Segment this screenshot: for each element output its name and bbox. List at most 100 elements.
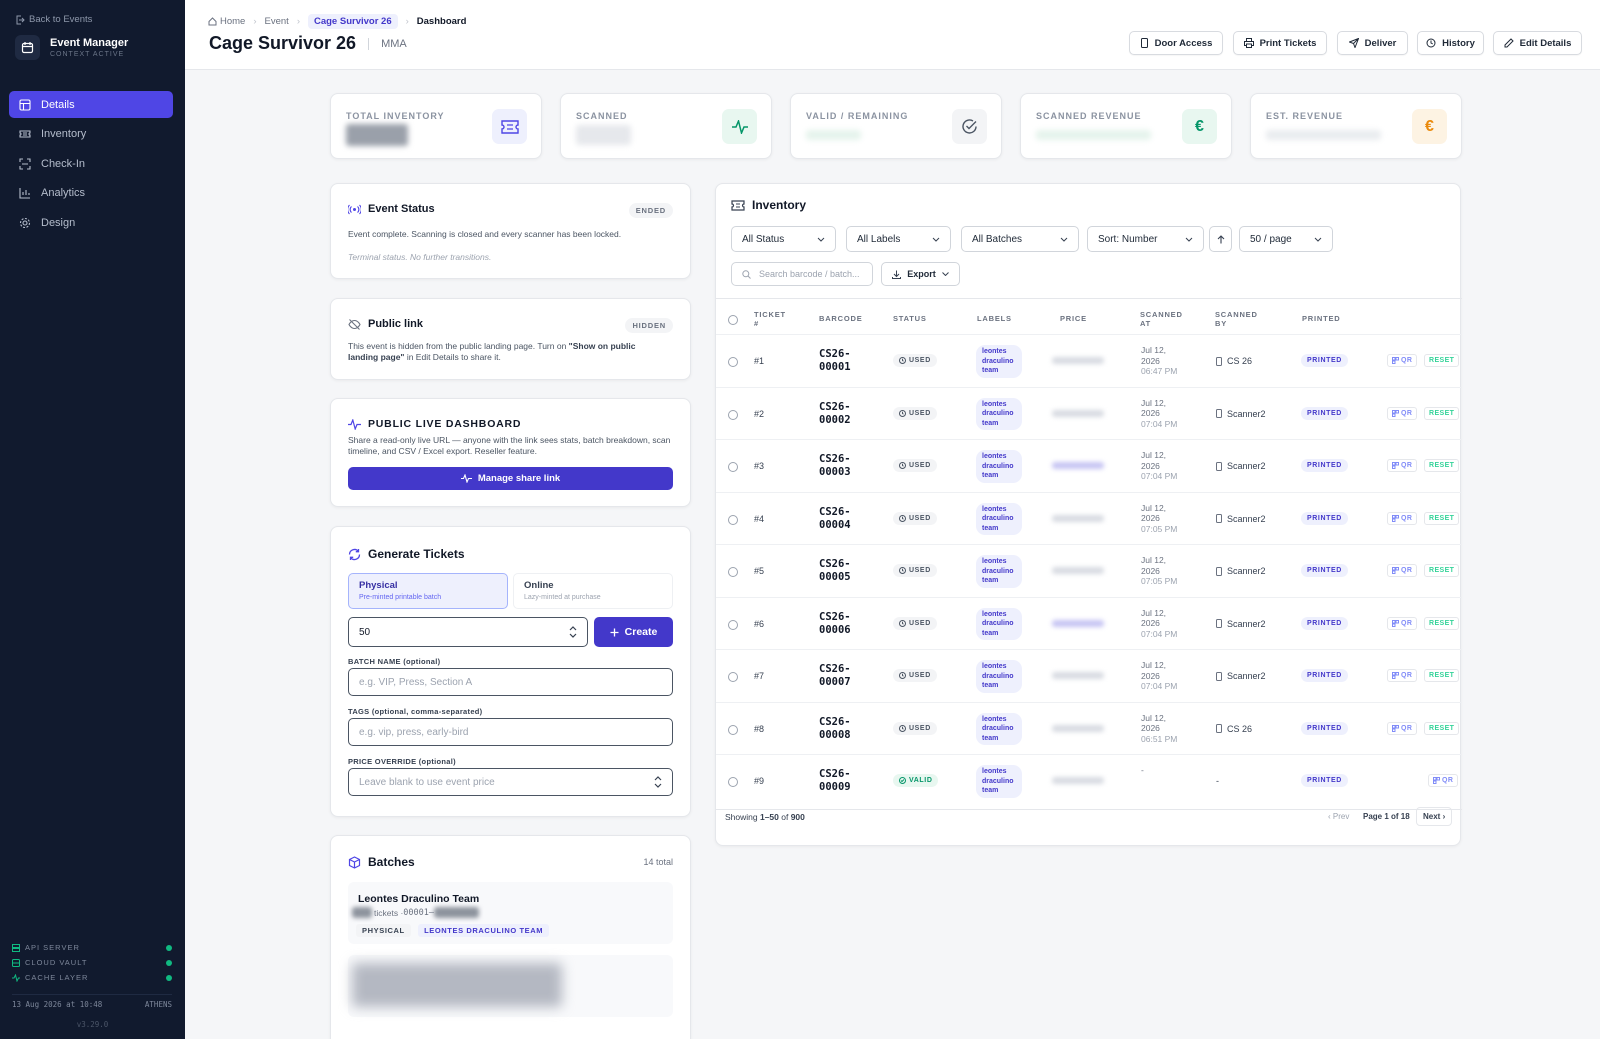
sidebar-item-inventory[interactable]: Inventory bbox=[9, 121, 173, 148]
chevron-down-icon bbox=[1060, 237, 1068, 242]
reset-button[interactable]: RESET bbox=[1424, 564, 1460, 577]
reset-button[interactable]: RESET bbox=[1424, 669, 1460, 682]
card-title-text: Generate Tickets bbox=[368, 547, 465, 561]
batch-item[interactable] bbox=[348, 955, 673, 1017]
column-header-ticket[interactable]: TICKET # bbox=[754, 310, 789, 328]
breadcrumb-home[interactable]: Home bbox=[208, 16, 245, 27]
quantity-stepper[interactable]: 50 bbox=[348, 617, 588, 647]
qr-button[interactable]: QR bbox=[1387, 616, 1418, 630]
tags-field[interactable]: e.g. vip, press, early-bird bbox=[348, 718, 673, 746]
batch-name-field[interactable]: e.g. VIP, Press, Section A bbox=[348, 668, 673, 696]
create-button[interactable]: Create bbox=[594, 617, 673, 647]
qr-button[interactable]: QR bbox=[1387, 406, 1418, 420]
ticket-number: #3 bbox=[754, 461, 765, 471]
column-header-printed[interactable]: PRINTED bbox=[1302, 314, 1341, 323]
sidebar-item-design[interactable]: Design bbox=[9, 209, 173, 236]
reset-button[interactable]: RESET bbox=[1424, 721, 1460, 735]
qr-button[interactable]: QR bbox=[1387, 721, 1418, 735]
qr-button[interactable]: QR bbox=[1387, 459, 1418, 472]
summary-total: 900 bbox=[790, 812, 805, 822]
scanner-name: Scanner2 bbox=[1227, 618, 1266, 629]
manage-share-link-button[interactable]: Manage share link bbox=[348, 467, 673, 490]
button-label: QR bbox=[1442, 777, 1454, 784]
scanned-by: CS 26 bbox=[1216, 356, 1252, 366]
column-header-labels[interactable]: LABELS bbox=[977, 314, 1012, 323]
row-checkbox[interactable] bbox=[728, 619, 738, 630]
clock-location: ATHENS bbox=[144, 1000, 172, 1009]
page-size-select[interactable]: 50 / page bbox=[1239, 226, 1333, 252]
batch-item[interactable]: Leontes Draculino Team tickets · 00001– … bbox=[348, 882, 673, 944]
row-checkbox[interactable] bbox=[728, 672, 738, 682]
table-row[interactable]: #2 CS26- 00002 USED leontes draculino team Ju… bbox=[716, 386, 1462, 440]
stepper-icon[interactable] bbox=[569, 626, 577, 638]
sort-direction-button[interactable] bbox=[1209, 226, 1232, 252]
edit-details-button[interactable]: Edit Details bbox=[1493, 31, 1582, 55]
table-row[interactable]: #5 CS26- 00005 USED leontes draculino team Ju… bbox=[716, 544, 1462, 597]
row-checkbox[interactable] bbox=[728, 462, 738, 472]
reset-button[interactable]: RESET bbox=[1424, 459, 1460, 472]
stepper-icon[interactable] bbox=[654, 776, 662, 788]
prev-page-button[interactable]: ‹ Prev bbox=[1328, 812, 1349, 821]
mode-subtitle: Pre-minted printable batch bbox=[359, 594, 442, 601]
labels-filter-select[interactable]: All Labels bbox=[846, 226, 951, 252]
breadcrumb-event[interactable]: Event bbox=[265, 16, 289, 27]
table-row[interactable]: #1 CS26- 00001 USED leontes draculino team Ju… bbox=[716, 334, 1462, 387]
table-row[interactable]: #8 CS26- 00008 USED leontes draculino team Ju… bbox=[716, 701, 1462, 755]
row-checkbox[interactable] bbox=[728, 357, 738, 367]
next-page-button[interactable]: Next › bbox=[1416, 807, 1453, 826]
page-header: Home › Event › Cage Survivor 26 › Dashbo… bbox=[185, 0, 1600, 70]
qr-button[interactable]: QR bbox=[1387, 511, 1418, 525]
table-row[interactable]: #4 CS26- 00004 USED leontes draculino team Ju… bbox=[716, 491, 1462, 545]
sidebar-item-analytics[interactable]: Analytics bbox=[9, 180, 173, 207]
row-checkbox[interactable] bbox=[728, 409, 738, 420]
history-button[interactable]: History bbox=[1417, 31, 1484, 55]
table-row[interactable]: #9 CS26- 00009 VALID leontes draculino team -… bbox=[716, 754, 1462, 807]
reset-button[interactable]: RESET bbox=[1424, 511, 1460, 525]
sidebar-item-details[interactable]: Details bbox=[9, 91, 173, 118]
status-filter-select[interactable]: All Status bbox=[731, 226, 836, 252]
deliver-button[interactable]: Deliver bbox=[1337, 31, 1408, 55]
table-row[interactable]: #3 CS26- 00003 USED leontes draculino team Ju… bbox=[716, 439, 1462, 492]
status-badge: USED bbox=[893, 406, 937, 420]
qr-button[interactable]: QR bbox=[1387, 669, 1418, 682]
column-header-price[interactable]: PRICE bbox=[1060, 314, 1087, 323]
search-input[interactable]: Search barcode / batch... bbox=[731, 262, 873, 286]
print-tickets-button[interactable]: Print Tickets bbox=[1233, 31, 1327, 55]
row-checkbox[interactable] bbox=[728, 514, 738, 525]
row-checkbox[interactable] bbox=[728, 567, 738, 577]
qr-button[interactable]: QR bbox=[1428, 774, 1459, 787]
price-override-field[interactable]: Leave blank to use event price bbox=[348, 768, 673, 796]
scanner-name: CS 26 bbox=[1227, 356, 1253, 366]
page-indicator: Page 1 of 18 bbox=[1363, 812, 1410, 821]
scanned-at: Jul 12, 2026 07:04 PM bbox=[1141, 450, 1177, 482]
row-checkbox[interactable] bbox=[728, 724, 738, 735]
select-all-checkbox[interactable] bbox=[728, 315, 738, 325]
column-header-scanned-at[interactable]: SCANNED AT bbox=[1140, 310, 1185, 328]
barcode-prefix: CS26- bbox=[819, 505, 851, 518]
row-checkbox[interactable] bbox=[728, 777, 738, 787]
reset-button[interactable]: RESET bbox=[1424, 354, 1460, 367]
mode-physical-option[interactable]: Physical Pre-minted printable batch bbox=[348, 573, 508, 609]
sidebar-item-check-in[interactable]: Check-In bbox=[9, 150, 173, 177]
mode-online-option[interactable]: Online Lazy-minted at purchase bbox=[513, 573, 673, 609]
qr-button[interactable]: QR bbox=[1387, 564, 1418, 577]
system-status-row: CLOUD VAULT bbox=[12, 955, 172, 970]
back-to-events-link[interactable]: Back to Events bbox=[15, 14, 92, 25]
column-header-barcode[interactable]: BARCODE bbox=[819, 314, 863, 323]
breadcrumb-event-name[interactable]: Cage Survivor 26 bbox=[307, 14, 398, 29]
column-header-status[interactable]: STATUS bbox=[893, 314, 927, 323]
price-override-label: PRICE OVERRIDE (optional) bbox=[348, 757, 456, 766]
event-status-note: Terminal status. No further transitions. bbox=[348, 252, 492, 262]
export-button[interactable]: Export bbox=[881, 262, 960, 286]
table-row[interactable]: #6 CS26- 00006 USED leontes draculino team Ju… bbox=[716, 596, 1462, 650]
reset-button[interactable]: RESET bbox=[1424, 616, 1460, 630]
qr-button[interactable]: QR bbox=[1387, 354, 1418, 367]
door-access-button[interactable]: Door Access bbox=[1129, 31, 1223, 55]
batches-filter-select[interactable]: All Batches bbox=[961, 226, 1079, 252]
sort-select[interactable]: Sort: Number bbox=[1087, 226, 1204, 252]
column-header-scanned-by[interactable]: SCANNED BY bbox=[1215, 310, 1260, 328]
price-redacted bbox=[1052, 777, 1104, 784]
table-row[interactable]: #7 CS26- 00007 USED leontes draculino team Ju… bbox=[716, 649, 1462, 702]
reset-button[interactable]: RESET bbox=[1424, 406, 1460, 420]
page-subtitle: MMA bbox=[368, 37, 407, 50]
